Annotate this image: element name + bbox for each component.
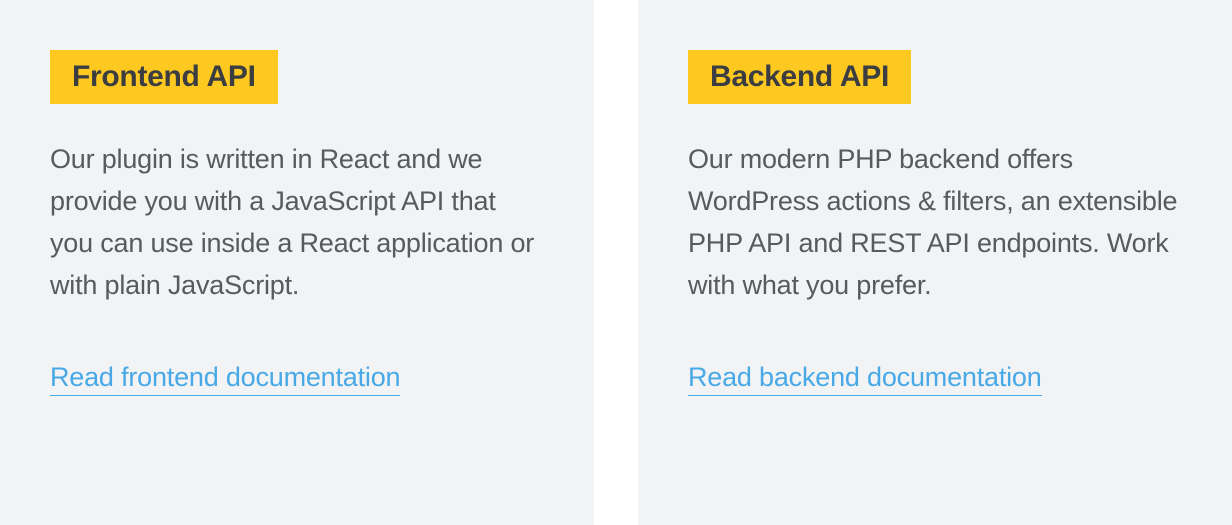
frontend-api-card: Frontend API Our plugin is written in Re… [0, 0, 594, 525]
backend-api-title: Backend API [688, 50, 911, 104]
backend-documentation-link[interactable]: Read backend documentation [688, 362, 1042, 396]
frontend-api-title: Frontend API [50, 50, 278, 104]
frontend-api-description: Our plugin is written in React and we pr… [50, 138, 544, 306]
frontend-documentation-link[interactable]: Read frontend documentation [50, 362, 400, 396]
backend-api-description: Our modern PHP backend offers WordPress … [688, 138, 1182, 306]
backend-api-card: Backend API Our modern PHP backend offer… [638, 0, 1232, 525]
